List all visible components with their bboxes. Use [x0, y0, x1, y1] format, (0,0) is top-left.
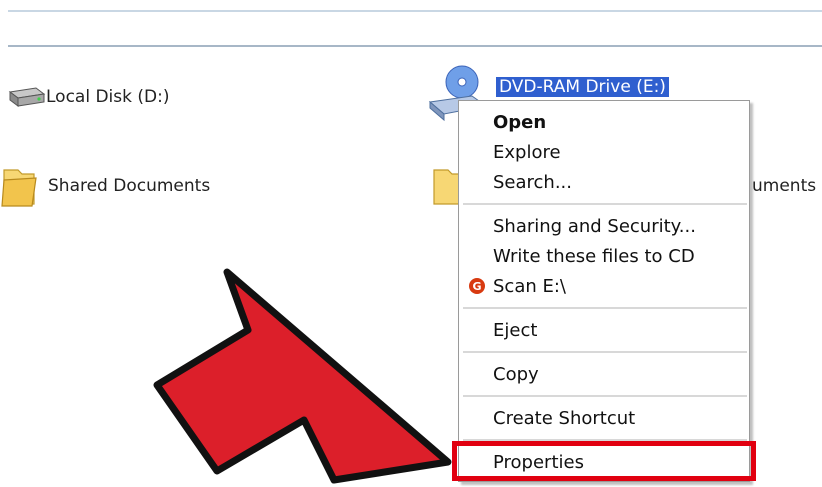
explorer-window: Local Disk (D:) DVD-RAM Drive (E:) Share…	[0, 0, 822, 487]
red-arrow-icon	[153, 268, 452, 484]
